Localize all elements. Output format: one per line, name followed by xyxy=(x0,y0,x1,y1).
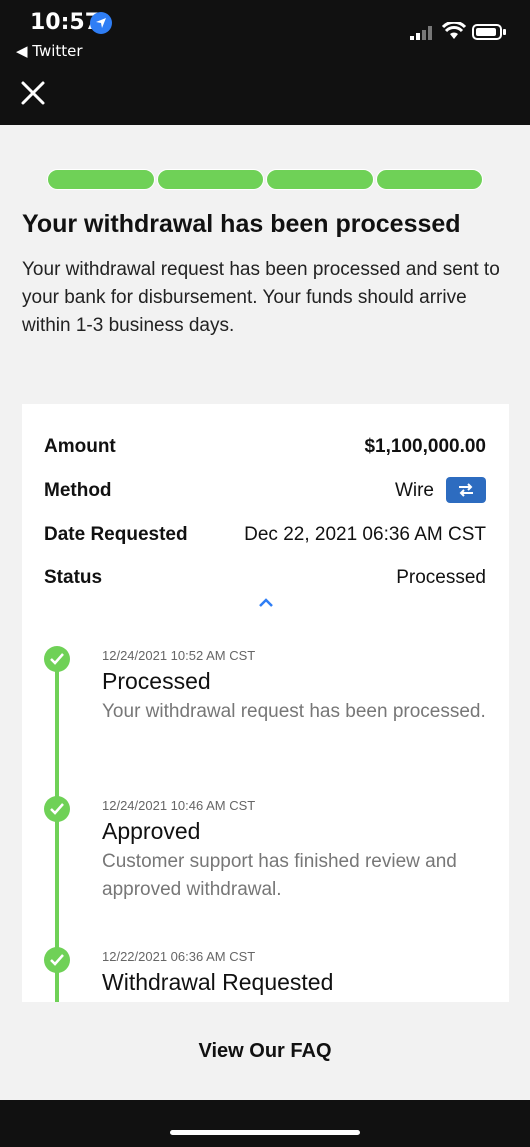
status-value: Processed xyxy=(396,567,486,588)
close-icon[interactable] xyxy=(20,80,46,106)
timeline-title: Processed xyxy=(102,668,211,694)
amount-value: $1,100,000.00 xyxy=(364,436,486,457)
view-faq-link[interactable]: View Our FAQ xyxy=(0,1040,530,1063)
battery-tip xyxy=(503,29,506,35)
page-title: Your withdrawal has been processed xyxy=(22,210,461,238)
back-to-app-link[interactable]: ◀ Twitter xyxy=(16,42,83,60)
progress-step xyxy=(47,169,155,190)
check-icon xyxy=(44,796,70,822)
date-requested-label: Date Requested xyxy=(44,524,188,545)
timeline-title: Withdrawal Requested xyxy=(102,969,334,995)
status-row: Status Processed xyxy=(44,567,486,597)
amount-row: Amount $1,100,000.00 xyxy=(44,436,486,466)
progress-step xyxy=(156,169,264,190)
progress-step xyxy=(375,169,483,190)
timeline-timestamp: 12/24/2021 10:46 AM CST xyxy=(102,798,256,813)
progress-stepper xyxy=(47,169,483,190)
amount-label: Amount xyxy=(44,436,116,457)
date-requested-value: Dec 22, 2021 06:36 AM CST xyxy=(244,524,486,545)
timeline-title: Approved xyxy=(102,818,201,844)
withdrawal-details-card: Amount $1,100,000.00 Method Wire Date Re… xyxy=(22,404,509,1002)
method-row: Method Wire xyxy=(44,477,486,510)
date-requested-row: Date Requested Dec 22, 2021 06:36 AM CST xyxy=(44,524,486,554)
transfer-icon[interactable] xyxy=(446,477,486,503)
bottom-bar xyxy=(0,1100,530,1147)
method-value: Wire xyxy=(394,480,434,501)
home-indicator[interactable] xyxy=(170,1130,360,1135)
method-label: Method xyxy=(44,480,112,501)
top-bar: 10:57 ◀ Twitter xyxy=(0,0,530,125)
timeline-timestamp: 12/24/2021 10:52 AM CST xyxy=(102,648,256,663)
timeline-description: Customer support has finished review and… xyxy=(102,851,457,900)
chevron-up-icon[interactable] xyxy=(258,598,274,608)
timeline-description: Your withdrawal request has been process… xyxy=(102,701,486,722)
page-description: Your withdrawal request has been process… xyxy=(22,259,500,336)
battery-icon xyxy=(472,24,502,40)
signal-icon xyxy=(410,26,432,40)
check-icon xyxy=(44,646,70,672)
timeline-timestamp: 12/22/2021 06:36 AM CST xyxy=(102,949,256,964)
check-icon xyxy=(44,947,70,973)
progress-step xyxy=(266,169,374,190)
location-arrow-icon xyxy=(90,12,112,34)
status-label: Status xyxy=(44,567,103,588)
wifi-icon xyxy=(442,22,466,39)
